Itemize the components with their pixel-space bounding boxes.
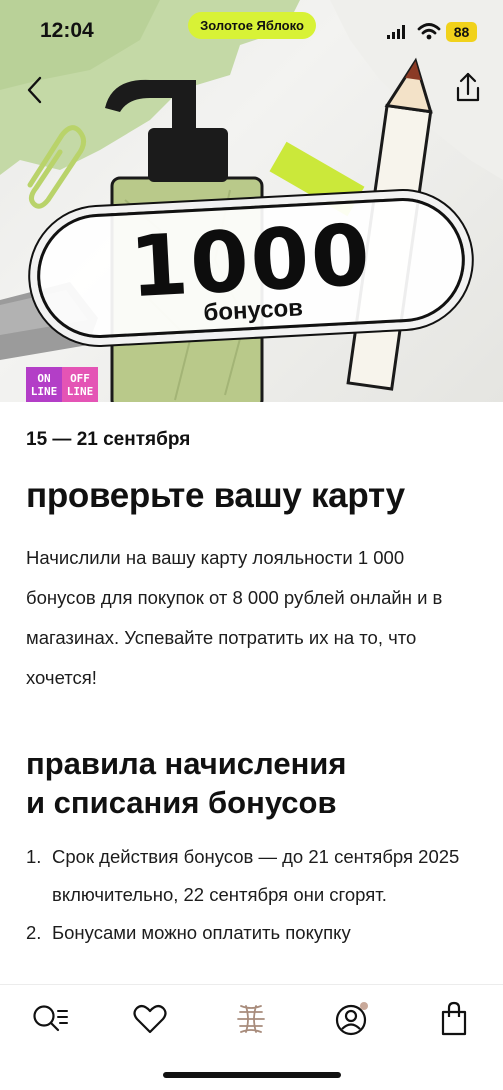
- favorites-icon: [133, 1004, 167, 1034]
- tab-catalog-search[interactable]: [28, 999, 72, 1039]
- list-item: 1. Срок действия бонусов — до 21 сентябр…: [26, 838, 478, 914]
- tab-profile[interactable]: [329, 999, 373, 1039]
- battery-badge: 88: [446, 22, 477, 42]
- channel-badges: ON LINE OFF LINE: [26, 367, 98, 402]
- rule-number: 1.: [26, 846, 42, 867]
- rules-title: правила начисления и списания бонусов: [26, 746, 347, 820]
- profile-icon: [335, 1002, 368, 1036]
- offline-badge-line1: OFF: [70, 372, 90, 385]
- online-badge-line1: ON: [37, 372, 51, 385]
- share-button[interactable]: [448, 68, 488, 108]
- tab-home[interactable]: [229, 999, 273, 1039]
- rule-text: Срок действия бонусов — до 21 сентября 2…: [52, 846, 460, 905]
- online-badge-line2: LINE: [30, 385, 58, 398]
- hero-banner: 12:04 Золотое Яблоко 88 1000 бонусов ON …: [0, 0, 503, 402]
- home-indicator: [163, 1072, 341, 1078]
- back-button[interactable]: [20, 70, 56, 110]
- promo-description: Начислили на вашу карту лояльности 1 000…: [26, 547, 443, 688]
- wifi-icon: [417, 23, 441, 40]
- rule-number: 2.: [26, 922, 42, 943]
- offline-badge-line2: LINE: [66, 385, 94, 398]
- share-icon: [456, 72, 480, 102]
- notification-dot: [360, 1002, 368, 1010]
- promo-bonus-label: 1000 бонусов: [34, 194, 468, 342]
- date-range: 15 — 21 сентября: [26, 429, 191, 450]
- chevron-left-icon: [27, 76, 42, 104]
- brand-logo-icon: [237, 1005, 265, 1033]
- rule-text: Бонусами можно оплатить покупку: [52, 922, 351, 943]
- list-item: 2. Бонусами можно оплатить покупку: [26, 914, 478, 952]
- page-title: проверьте вашу карту: [26, 476, 405, 515]
- online-badge: ON LINE: [26, 367, 62, 402]
- rules-list: 1. Срок действия бонусов — до 21 сентябр…: [26, 838, 478, 952]
- signal-icon: [387, 25, 405, 39]
- app-name-pill[interactable]: Золотое Яблоко: [188, 12, 316, 39]
- status-bar: 12:04 Золотое Яблоко 88: [0, 0, 503, 62]
- search-catalog-icon: [33, 1005, 68, 1032]
- tab-favorites[interactable]: [128, 999, 172, 1039]
- offline-badge: OFF LINE: [62, 367, 98, 402]
- tab-bag[interactable]: [432, 999, 476, 1039]
- status-time: 12:04: [40, 19, 94, 42]
- bag-icon: [441, 1001, 467, 1036]
